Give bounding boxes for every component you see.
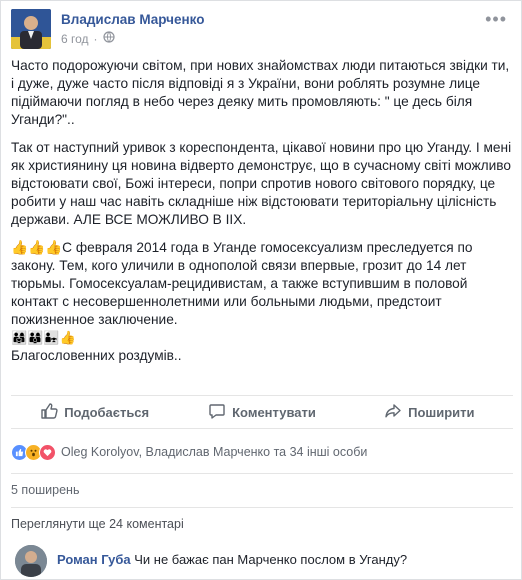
comment-icon bbox=[208, 402, 226, 423]
share-icon bbox=[384, 402, 402, 423]
shares-count[interactable]: 5 поширень bbox=[11, 483, 79, 497]
commenter-avatar[interactable] bbox=[15, 545, 47, 577]
divider bbox=[11, 473, 513, 474]
post-time[interactable]: 6 год bbox=[61, 32, 89, 46]
globe-icon bbox=[102, 31, 115, 46]
more-options-icon[interactable]: ••• bbox=[485, 9, 507, 30]
post-closing: Благословенних роздумів.. bbox=[11, 348, 182, 363]
post-paragraph: Часто подорожуючи світом, при нових знай… bbox=[11, 58, 510, 127]
like-button[interactable]: Подобається bbox=[11, 396, 178, 428]
view-more-comments-link[interactable]: Переглянути ще 24 коментарі bbox=[11, 517, 184, 531]
post-meta: 6 год · bbox=[61, 31, 115, 46]
post-body: Часто подорожуючи світом, при нових знай… bbox=[11, 57, 515, 365]
reactions-text: Oleg Korolyov, Владислав Марченко та 34 … bbox=[61, 445, 368, 459]
post-author-name[interactable]: Владислав Марченко bbox=[61, 12, 205, 27]
share-button[interactable]: Поширити bbox=[346, 396, 513, 428]
author-avatar[interactable] bbox=[11, 9, 51, 49]
post-card: Владислав Марченко 6 год · ••• Часто под… bbox=[0, 0, 522, 580]
love-reaction-icon bbox=[39, 443, 56, 461]
emoji-line: 👨‍👩‍👧👨‍👩‍👦👨‍👧👍 bbox=[11, 330, 76, 345]
divider bbox=[11, 507, 513, 508]
like-label: Подобається bbox=[64, 404, 150, 420]
comment-label: Коментувати bbox=[232, 404, 316, 420]
thumbs-up-icon bbox=[40, 402, 58, 423]
reactions-summary[interactable]: Oleg Korolyov, Владислав Марченко та 34 … bbox=[11, 441, 367, 463]
post-paragraph: Так от наступний уривок з кореспондента,… bbox=[11, 140, 512, 227]
comment-item: Роман Губа Чи не бажає пан Марченко посл… bbox=[15, 545, 407, 577]
post-paragraph: 👍👍👍С февраля 2014 года в Уганде гомосекс… bbox=[11, 240, 473, 327]
comment-button[interactable]: Коментувати bbox=[178, 396, 345, 428]
comment-content: Роман Губа Чи не бажає пан Марченко посл… bbox=[57, 552, 407, 567]
comment-text: Чи не бажає пан Марченко послом в Уганду… bbox=[134, 552, 408, 567]
action-bar: Подобається Коментувати Поширити bbox=[11, 395, 513, 429]
commenter-name[interactable]: Роман Губа bbox=[57, 552, 131, 567]
post-header: Владислав Марченко 6 год · ••• bbox=[11, 9, 511, 51]
share-label: Поширити bbox=[408, 404, 475, 420]
